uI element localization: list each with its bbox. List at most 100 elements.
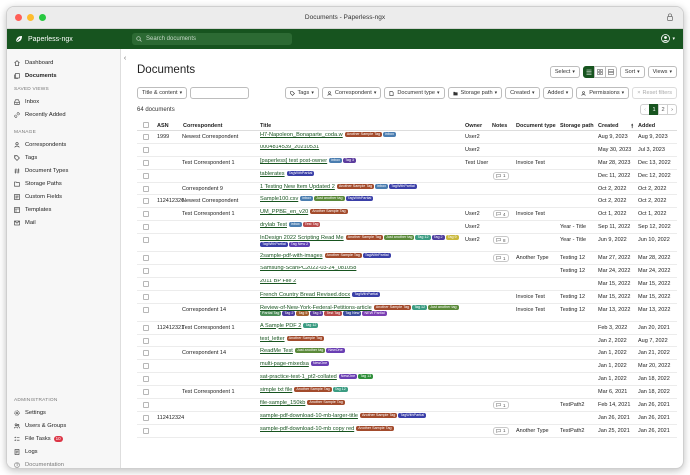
document-title-link[interactable]: 1 Testing New Item Updated 2 (260, 184, 335, 190)
tag-badge[interactable]: Another Sample Tag (324, 253, 362, 259)
sort-button[interactable]: Sort ▾ (619, 66, 645, 78)
document-title-link[interactable]: multi-page-mixedsa (260, 361, 309, 368)
document-title-link[interactable]: sample-pdf-download-10-mb-larger-title (260, 413, 358, 419)
row-checkbox[interactable] (143, 324, 149, 331)
table-row[interactable]: 112412324 Jan 26, 2021 Jan 26, 2021 sample-… (137, 412, 677, 425)
sidebar-item-logs[interactable]: Logs (7, 445, 120, 458)
next-page-button[interactable]: › (667, 104, 677, 115)
table-row[interactable]: User2 May 30, 2023 Jul 3, 2023 0004814539_2… (137, 144, 677, 157)
tag-badge[interactable]: TagWithPartial (389, 183, 417, 189)
table-row[interactable]: Correspondent 14 Jan 1, 2022 Jan 21, 2022 R… (137, 347, 677, 361)
sidebar-item-document-types[interactable]: Document Types (7, 164, 120, 177)
cell-correspondent[interactable]: Correspondent 14 (182, 307, 226, 313)
cell-document-type[interactable]: Another Type (516, 428, 549, 434)
row-checkbox[interactable] (143, 280, 149, 287)
table-row[interactable]: Correspondent 9 Oct 2, 2022 Oct 2, 2022 1 T… (137, 183, 677, 196)
user-menu-button[interactable]: ▾ (661, 34, 675, 43)
row-checkbox[interactable] (143, 337, 149, 344)
cell-storage-path[interactable]: Year - Title (560, 224, 586, 230)
tag-badge[interactable]: Another Sample Tag (344, 132, 383, 137)
cell-storage-path[interactable]: TestPath2 (560, 428, 584, 434)
tag-badge[interactable]: Just another tag (428, 304, 459, 310)
tag-badge[interactable]: inbox (288, 222, 302, 228)
sidebar-item-custom-fields[interactable]: Custom Fields (7, 190, 120, 203)
table-row[interactable]: Jan 1, 2022 Jan 18, 2022 sat-practice-test… (137, 373, 677, 387)
tag-badge[interactable]: Tag 12 (415, 235, 431, 241)
tag-badge[interactable]: Tag 2 (282, 311, 296, 317)
row-checkbox[interactable] (143, 224, 149, 231)
header-document-type[interactable]: Document type (516, 123, 556, 129)
row-checkbox[interactable] (143, 293, 149, 300)
table-row[interactable]: Testing 12 Mar 24, 2022 Mar 24, 2022 Samsun… (137, 265, 677, 278)
document-title-link[interactable]: ReadMe Test (260, 348, 293, 355)
tag-badge[interactable]: TagWithPartial (362, 253, 391, 259)
tag-badge[interactable]: Tag 12 (332, 387, 348, 393)
document-title-link[interactable]: sample-pdf-download-10-mb copy red (260, 426, 354, 432)
storage-path-filter-button[interactable]: Storage path ▾ (447, 87, 503, 99)
sidebar-item-mail[interactable]: Mail (7, 216, 120, 229)
table-row[interactable]: User2 Year - Title Sep 11, 2022 Sep 12, 202… (137, 221, 677, 235)
cell-correspondent[interactable]: Correspondent 9 (182, 186, 223, 192)
cell-document-type[interactable]: Invoice Test (516, 211, 545, 217)
sidebar-item-dashboard[interactable]: Dashboard (7, 56, 120, 69)
document-title-link[interactable]: drylab Test (260, 222, 287, 228)
document-title-link[interactable]: Sample100.csv (260, 196, 298, 203)
tag-badge[interactable]: TagWithPartial (345, 196, 374, 202)
document-type-filter-button[interactable]: Document type ▾ (384, 87, 445, 99)
table-row[interactable]: Jan 1, 2022 Mar 20, 2022 multi-page-mixeds… (137, 360, 677, 374)
notes-badge[interactable]: 1 (493, 171, 509, 180)
tag-badge[interactable]: Another Sample Tag (359, 412, 398, 418)
sidebar-item-recently-added[interactable]: Recently Added (7, 108, 120, 121)
tag-badge[interactable]: Tag 12 (412, 304, 428, 310)
sidebar-item-templates[interactable]: Templates (7, 203, 120, 216)
tag-badge[interactable]: inbox (383, 132, 396, 137)
table-row[interactable]: Mar 15, 2022 Mar 15, 2022 2011 BP File 2 (137, 278, 677, 291)
header-notes[interactable]: Notes (492, 123, 507, 129)
row-checkbox[interactable] (143, 255, 149, 262)
tag-badge[interactable]: Tag 2 (431, 235, 445, 241)
select-all-checkbox[interactable] (143, 122, 149, 128)
tag-badge[interactable]: Just another tag (384, 235, 415, 241)
tag-badge[interactable]: NEW Partial (362, 311, 387, 317)
document-title-link[interactable]: UM_PPBE_en_v20 (260, 209, 308, 215)
tag-badge[interactable]: Test Tag (302, 222, 321, 228)
cell-correspondent[interactable]: Newest Correspondent (182, 198, 238, 204)
document-title-link[interactable]: Review-of-New-York-Federal-Petitions-art… (260, 305, 372, 311)
table-row[interactable]: 112412326 Newest Correspondent Oct 2, 2022… (137, 195, 677, 209)
table-row[interactable]: Test Correspondent 1 User2 Invoice Test Oct… (137, 208, 677, 222)
document-title-link[interactable]: tablerates (260, 171, 285, 177)
notes-badge[interactable]: 8 (493, 236, 509, 245)
row-checkbox[interactable] (143, 185, 149, 192)
header-added[interactable]: Added (638, 123, 655, 129)
correspondent-filter-button[interactable]: Correspondent ▾ (321, 87, 382, 99)
tag-badge[interactable]: Another Sample Tag (345, 235, 384, 241)
tag-badge[interactable]: Another Sample Tag (373, 304, 412, 310)
row-checkbox[interactable] (143, 198, 149, 205)
row-checkbox[interactable] (143, 402, 149, 409)
document-title-link[interactable]: 2sample-pdf-with-images (260, 253, 323, 259)
sidebar-item-documents[interactable]: Documents (7, 69, 120, 82)
table-row[interactable]: TestPath2 Feb 14, 2021 Jan 26, 2021 file-sa… (137, 399, 677, 412)
row-checkbox[interactable] (143, 146, 149, 153)
notes-badge[interactable]: 4 (493, 210, 509, 219)
document-title-link[interactable]: sat-practice-test-1_pt2-collated (260, 374, 337, 380)
document-title-link[interactable]: A Sample PDF 2 (260, 323, 301, 329)
cell-correspondent[interactable]: Test Correspondent 1 (182, 389, 235, 395)
tag-badge[interactable]: TagWithPartial (398, 412, 427, 418)
cell-storage-path[interactable]: Testing 12 (560, 294, 585, 300)
cell-document-type[interactable]: Invoice Test (516, 307, 545, 313)
row-checkbox[interactable] (143, 363, 149, 370)
title-filter-input[interactable] (190, 87, 249, 99)
sidebar-item-tags[interactable]: Tags (7, 151, 120, 164)
row-checkbox[interactable] (143, 159, 149, 166)
cell-correspondent[interactable]: Test Correspondent 1 (182, 211, 235, 217)
row-checkbox[interactable] (143, 306, 149, 313)
sidebar-item-users-groups[interactable]: Users & Groups (7, 419, 120, 432)
permissions-filter-button[interactable]: Permissions ▾ (576, 87, 630, 99)
app-brand[interactable]: Paperless-ngx (28, 36, 73, 43)
document-title-link[interactable]: simple txt file (260, 387, 292, 393)
document-title-link[interactable]: H7-Napoleon_Bonaparte_coda.w (260, 132, 343, 138)
table-row[interactable]: Correspondent 14 Invoice Test Testing 12 Ma… (137, 304, 677, 322)
notes-badge[interactable]: 1 (493, 401, 509, 410)
tag-badge[interactable]: TagWithPartial (260, 241, 288, 247)
